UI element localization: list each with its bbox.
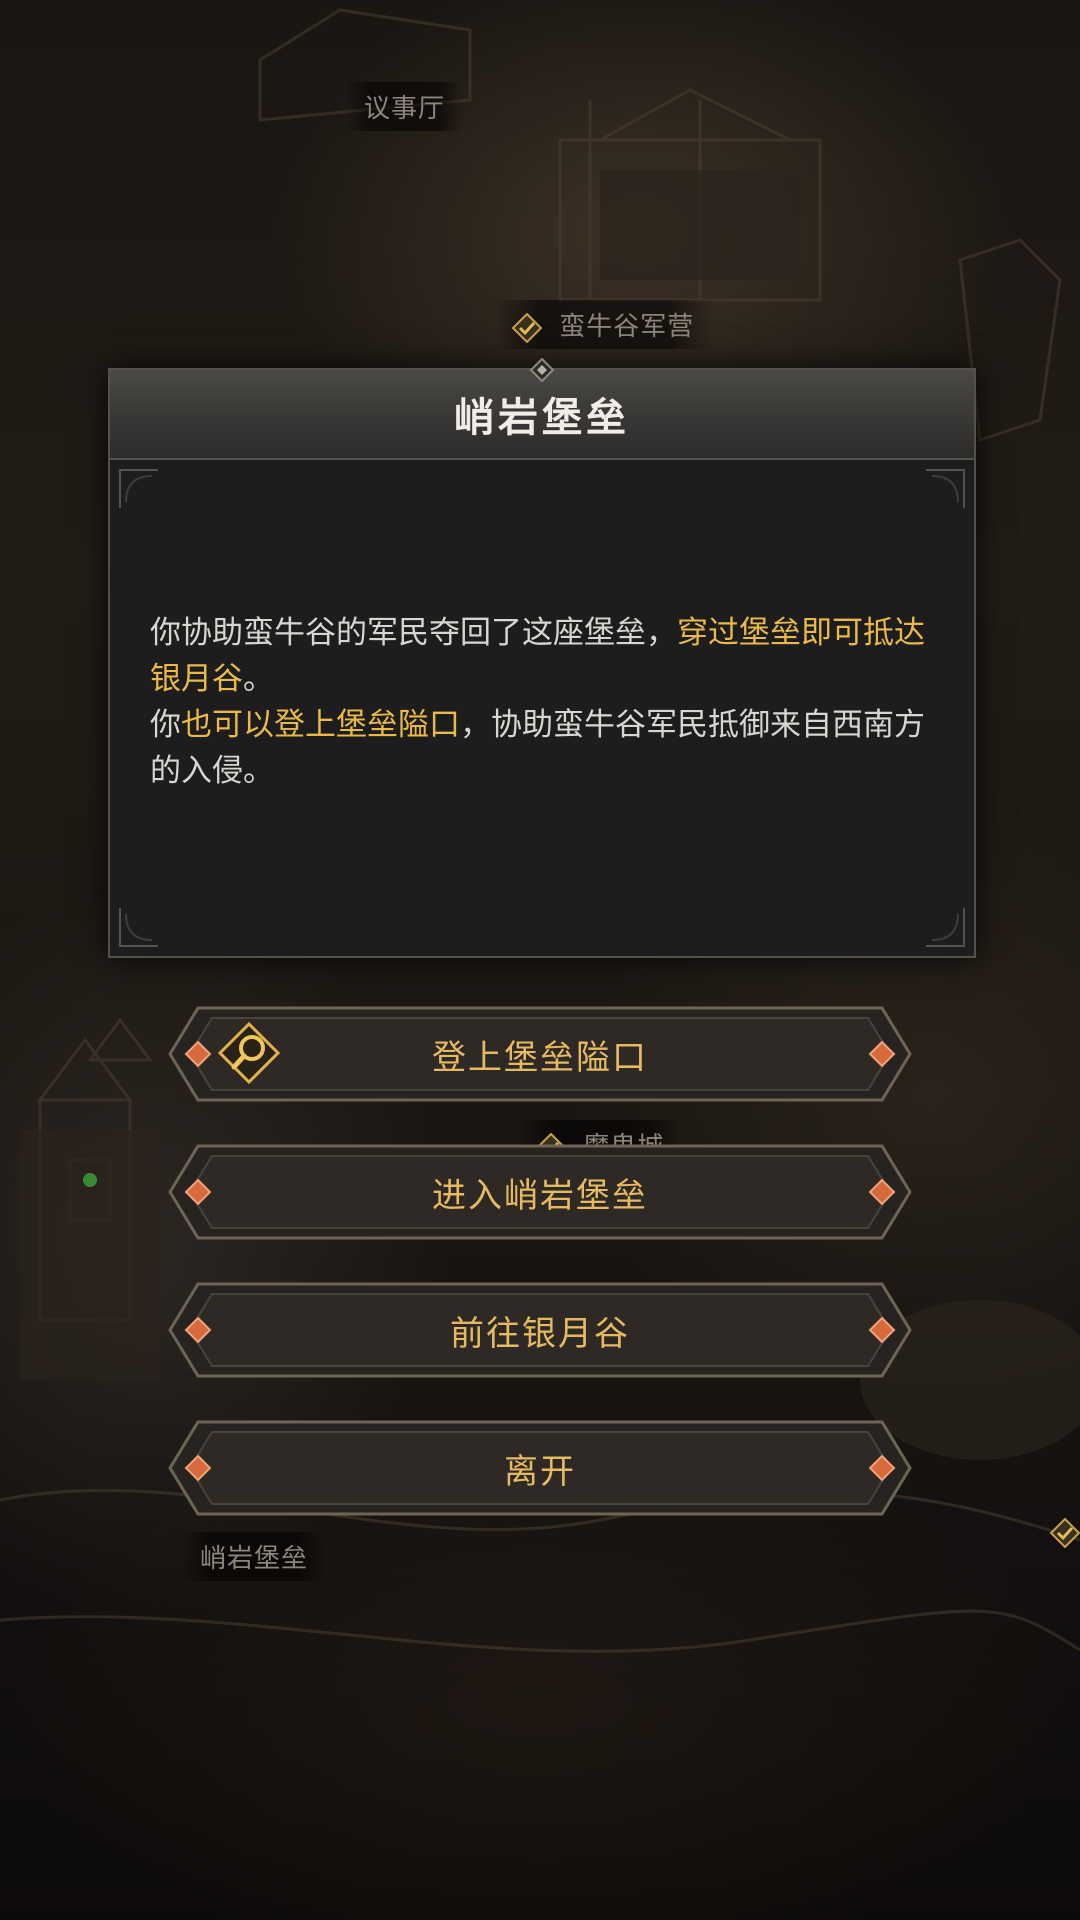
description-text: 。 bbox=[243, 661, 274, 697]
description-text: 你协助蛮牛谷的军民夺回了这座堡垒， bbox=[150, 615, 677, 651]
button-label: 登上堡垒隘口 bbox=[432, 1037, 648, 1078]
map-label-council-hall-text: 议事厅 bbox=[364, 94, 446, 124]
description-text: 你 bbox=[150, 707, 181, 743]
map-label-fortress-text: 峭岩堡垒 bbox=[200, 1544, 309, 1574]
button-label: 前往银月谷 bbox=[450, 1313, 630, 1354]
location-dialog: 峭岩堡垒 你协助蛮牛谷的军民夺回了这座堡垒，穿过堡垒即可抵达银月谷。 你也可以登… bbox=[108, 358, 976, 958]
map-label-council-hall[interactable]: 议事厅 bbox=[346, 82, 464, 131]
go-to-silvermoon-valley-button[interactable]: 前往银月谷 bbox=[168, 1282, 912, 1378]
corner-ornament-icon bbox=[926, 908, 965, 947]
map-label-barbarian-camp-text: 蛮牛谷军营 bbox=[559, 312, 695, 342]
enter-fortress-button[interactable]: 进入峭岩堡垒 bbox=[168, 1144, 912, 1240]
checkmark-badge-icon bbox=[512, 312, 542, 343]
button-label: 进入峭岩堡垒 bbox=[432, 1175, 648, 1216]
map-label-fortress[interactable]: 峭岩堡垒 bbox=[182, 1532, 327, 1581]
description-highlight: 也可以登上堡垒隘口 bbox=[181, 707, 460, 743]
climb-fortress-pass-button[interactable]: 登上堡垒隘口 bbox=[168, 1006, 912, 1102]
diamond-ornament-icon bbox=[530, 358, 554, 382]
dialog-title: 峭岩堡垒 bbox=[454, 395, 630, 441]
corner-ornament-icon bbox=[926, 469, 965, 508]
checkmark-badge-icon bbox=[1050, 1518, 1080, 1548]
map-background-art bbox=[0, 8, 1080, 1653]
map-label-barbarian-camp[interactable]: 蛮牛谷军营 bbox=[494, 300, 713, 349]
dialog-description: 你协助蛮牛谷的军民夺回了这座堡垒，穿过堡垒即可抵达银月谷。 你也可以登上堡垒隘口… bbox=[150, 610, 940, 794]
leave-button[interactable]: 离开 bbox=[168, 1420, 912, 1516]
button-label: 离开 bbox=[504, 1451, 576, 1492]
dialog-header: 峭岩堡垒 bbox=[110, 358, 974, 460]
corner-ornament-icon bbox=[119, 469, 158, 508]
game-screen: 议事厅 蛮牛谷军营 魔鬼城 峭岩堡垒 峭岩堡垒 bbox=[0, 0, 1080, 1920]
corner-ornament-icon bbox=[119, 908, 158, 947]
